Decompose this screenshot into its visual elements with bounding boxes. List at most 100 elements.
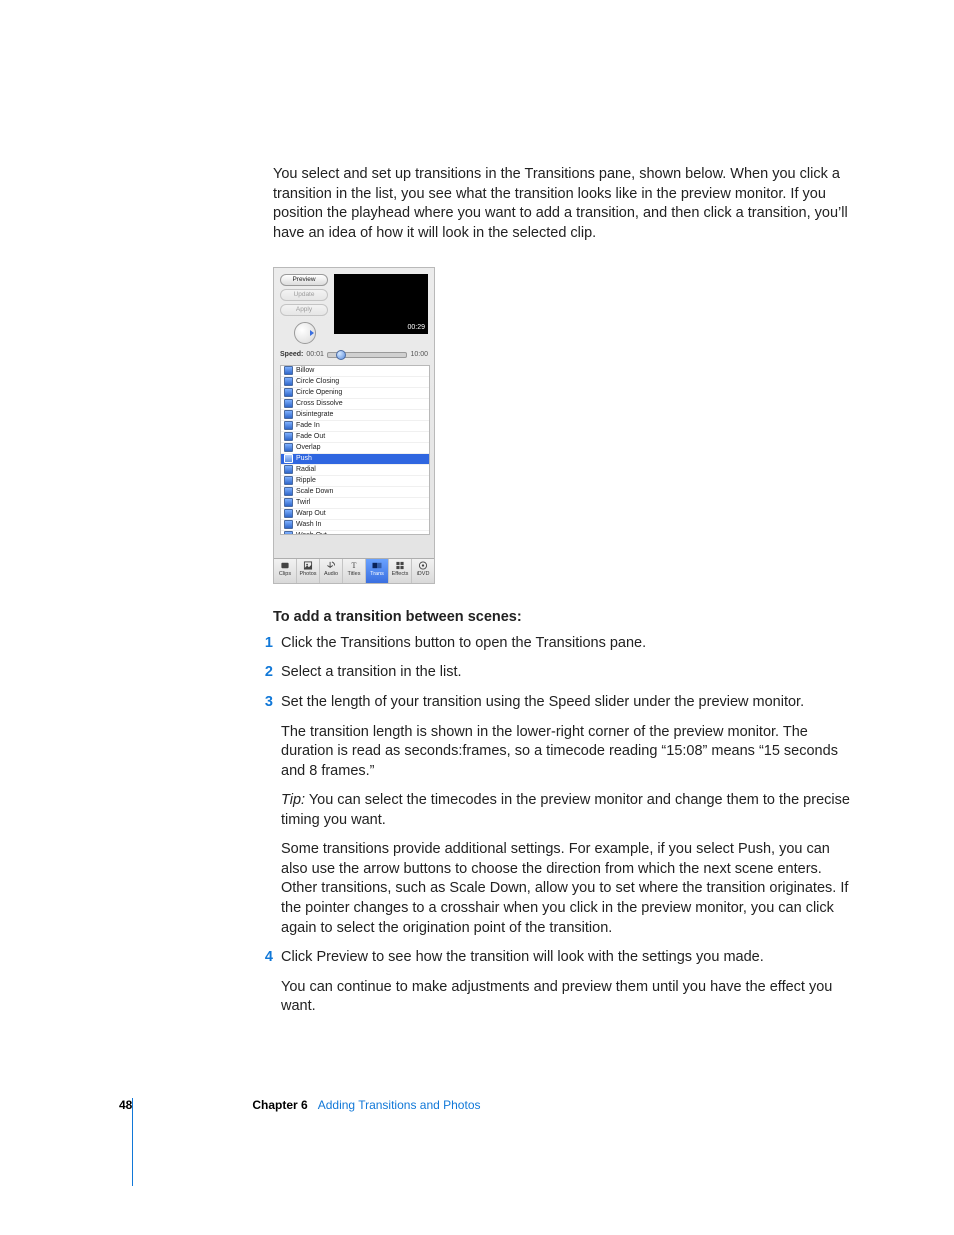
step-text: Click the Transitions button to open the… <box>281 634 646 654</box>
transition-name: Twirl <box>296 498 310 507</box>
chapter-title: Adding Transitions and Photos <box>318 1098 481 1112</box>
speed-max: 10:00 <box>410 350 428 359</box>
transition-item[interactable]: Fade In <box>281 421 429 432</box>
direction-wheel[interactable] <box>294 322 316 344</box>
intro-paragraph: You select and set up transitions in the… <box>273 165 858 243</box>
page-number: 48 <box>119 1098 132 1112</box>
transition-icon <box>284 487 293 496</box>
transition-icon <box>284 454 293 463</box>
transitions-pane-screenshot: Preview Update Apply 00:29 Speed: 00:01 … <box>273 267 435 584</box>
transition-icon <box>284 520 293 529</box>
pane-tab-label: Clips <box>279 571 291 577</box>
transition-icon <box>284 465 293 474</box>
page-footer: 48 Chapter 6 Adding Transitions and Phot… <box>119 1098 481 1112</box>
transition-name: Billow <box>296 366 314 375</box>
speed-min: 00:01 <box>306 350 324 359</box>
pane-tab-idvd[interactable]: iDVD <box>412 559 434 583</box>
transition-item[interactable]: Ripple <box>281 476 429 487</box>
transition-icon <box>284 377 293 386</box>
transition-icon <box>284 421 293 430</box>
transition-icon <box>284 476 293 485</box>
transition-name: Fade Out <box>296 432 325 441</box>
step-2: 2 Select a transition in the list. <box>273 663 858 683</box>
transition-item[interactable]: Wash In <box>281 520 429 531</box>
pane-tab-label: Audio <box>324 571 338 577</box>
step-number: 4 <box>255 948 281 1017</box>
speed-label: Speed: <box>280 350 303 359</box>
tip-body: You can select the timecodes in the prev… <box>281 792 850 828</box>
transition-name: Push <box>296 454 312 463</box>
transition-item[interactable]: Radial <box>281 465 429 476</box>
transition-item[interactable]: Circle Closing <box>281 377 429 388</box>
transition-icon <box>284 509 293 518</box>
svg-text:T: T <box>352 561 357 570</box>
step-1: 1 Click the Transitions button to open t… <box>273 634 858 654</box>
arrow-east-icon <box>310 330 314 336</box>
pane-tab-label: Trans <box>370 571 384 577</box>
transition-icon <box>284 498 293 507</box>
step-text: Select a transition in the list. <box>281 663 462 683</box>
step-para: You can continue to make adjustments and… <box>281 978 858 1017</box>
transition-name: Overlap <box>296 443 321 452</box>
transition-item[interactable]: Warp Out <box>281 509 429 520</box>
transition-icon <box>284 388 293 397</box>
step-number: 2 <box>255 663 281 683</box>
footer-rule <box>132 1098 133 1186</box>
pane-tab-clips[interactable]: Clips <box>274 559 297 583</box>
pane-tab-label: Photos <box>299 571 316 577</box>
pane-tab-audio[interactable]: Audio <box>320 559 343 583</box>
transition-item[interactable]: Circle Opening <box>281 388 429 399</box>
preview-timecode[interactable]: 00:29 <box>407 323 425 332</box>
pane-tab-titles[interactable]: TTitles <box>343 559 366 583</box>
pane-tab-label: Titles <box>348 571 361 577</box>
transition-icon <box>284 366 293 375</box>
transition-name: Wash Out <box>296 531 327 535</box>
transition-name: Radial <box>296 465 316 474</box>
transition-name: Disintegrate <box>296 410 333 419</box>
chapter-label: Chapter 6 <box>252 1098 307 1112</box>
transition-item[interactable]: Overlap <box>281 443 429 454</box>
update-button[interactable]: Update <box>280 289 328 301</box>
transition-item[interactable]: Wash Out <box>281 531 429 535</box>
preview-button[interactable]: Preview <box>280 274 328 286</box>
transition-icon <box>284 410 293 419</box>
step-para: Some transitions provide additional sett… <box>281 840 858 938</box>
speed-slider[interactable] <box>327 352 408 358</box>
transition-item[interactable]: Scale Down <box>281 487 429 498</box>
transition-icon <box>284 399 293 408</box>
transition-name: Ripple <box>296 476 316 485</box>
transition-name: Fade In <box>296 421 320 430</box>
preview-monitor[interactable]: 00:29 <box>334 274 428 334</box>
step-3: 3 Set the length of your transition usin… <box>273 693 858 938</box>
step-text: Click Preview to see how the transition … <box>281 948 858 968</box>
transition-item[interactable]: Billow <box>281 366 429 377</box>
pane-tab-label: iDVD <box>417 571 430 577</box>
transition-item[interactable]: Cross Dissolve <box>281 399 429 410</box>
transition-icon <box>284 531 293 535</box>
transition-name: Cross Dissolve <box>296 399 343 408</box>
apply-button[interactable]: Apply <box>280 304 328 316</box>
pane-tab-label: Effects <box>392 571 409 577</box>
transition-icon <box>284 443 293 452</box>
transition-item[interactable]: Disintegrate <box>281 410 429 421</box>
transition-item[interactable]: Twirl <box>281 498 429 509</box>
step-number: 3 <box>255 693 281 938</box>
transition-item[interactable]: Fade Out <box>281 432 429 443</box>
transition-icon <box>284 432 293 441</box>
transition-name: Wash In <box>296 520 321 529</box>
step-text: Set the length of your transition using … <box>281 693 858 713</box>
speed-slider-thumb[interactable] <box>336 350 346 360</box>
pane-tab-photos[interactable]: Photos <box>297 559 320 583</box>
pane-tab-effects[interactable]: Effects <box>389 559 412 583</box>
transition-name: Warp Out <box>296 509 326 518</box>
step-number: 1 <box>255 634 281 654</box>
transitions-list[interactable]: Billow Circle ClosingCircle Opening Cross … <box>280 365 430 535</box>
transition-item[interactable]: Push <box>281 454 429 465</box>
transition-name: Scale Down <box>296 487 333 496</box>
step-4: 4 Click Preview to see how the transitio… <box>273 948 858 1017</box>
transition-name: Circle Opening <box>296 388 342 397</box>
pane-tab-trans[interactable]: Trans <box>366 559 389 583</box>
step-tip: Tip: You can select the timecodes in the… <box>281 791 858 830</box>
step-para: The transition length is shown in the lo… <box>281 723 858 782</box>
pane-tabs: Clips Photos Audio TTitles Trans Effects iDVD <box>274 558 434 583</box>
